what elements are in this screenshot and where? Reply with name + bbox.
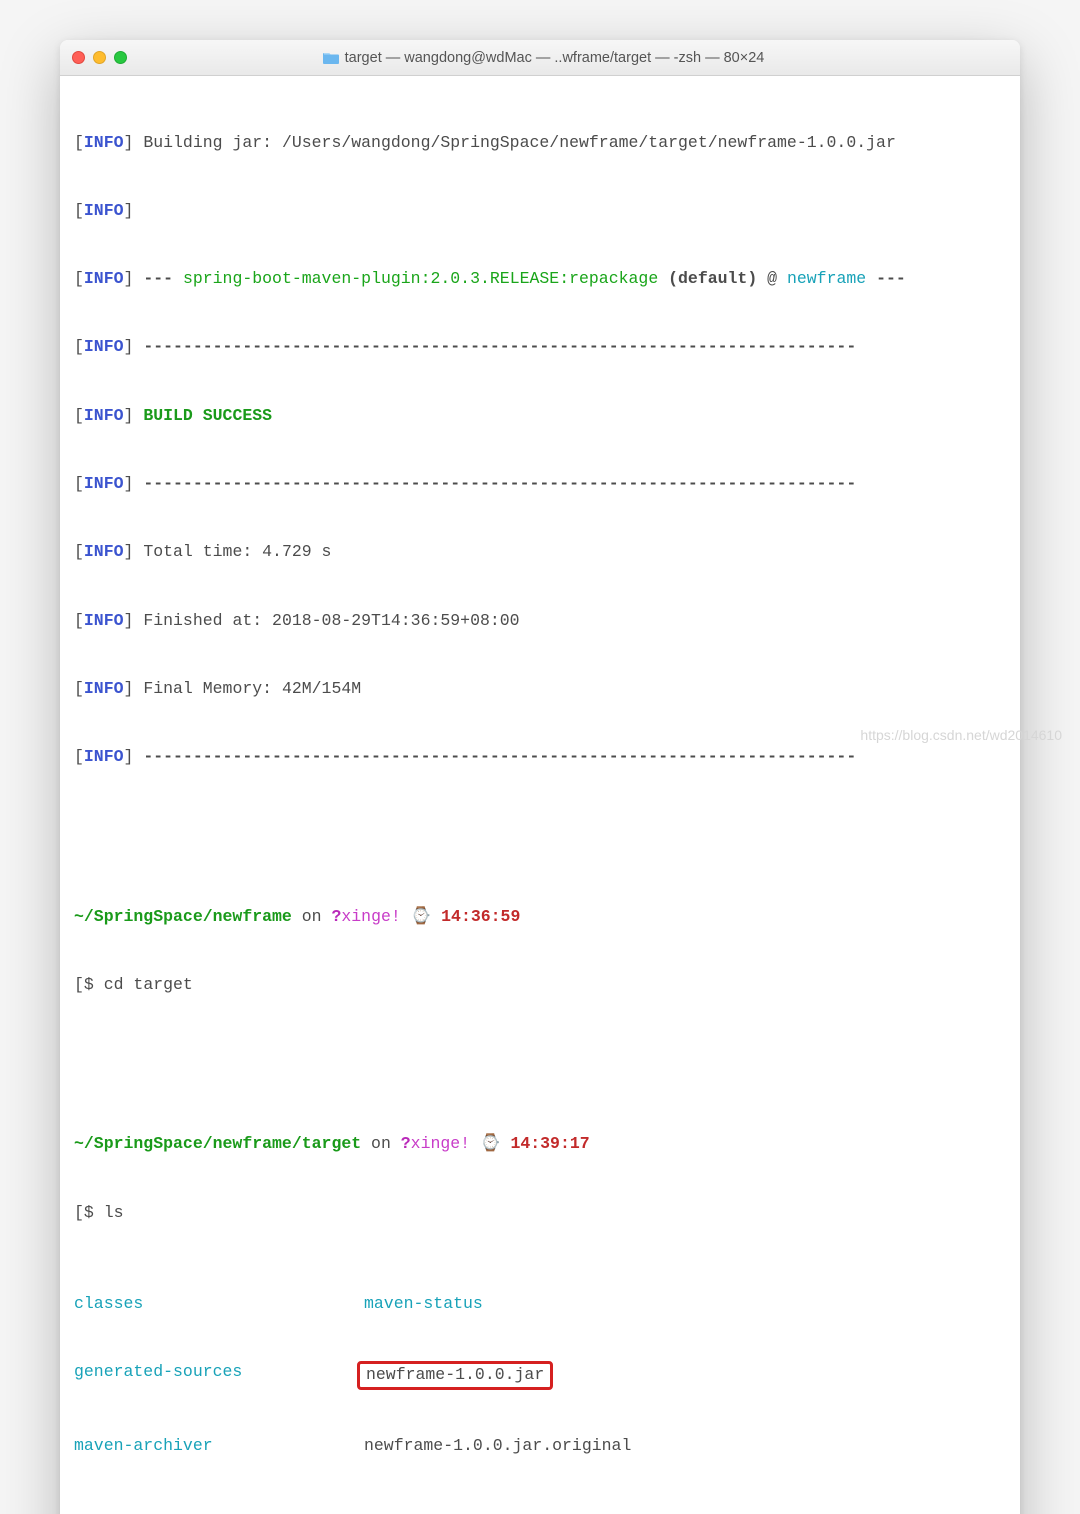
build-line: [INFO] Final Memory: 42M/154M [74,678,1006,701]
build-line: [INFO] BUILD SUCCESS [74,405,1006,428]
highlighted-jar: newframe-1.0.0.jar [357,1361,553,1390]
build-line: [INFO] Building jar: /Users/wangdong/Spr… [74,132,1006,155]
build-line: [INFO] ---------------------------------… [74,336,1006,359]
blank-line [74,1503,1006,1514]
blank-line [74,1042,1006,1065]
ls-item: maven-status [364,1294,483,1313]
prompt-line: ~/SpringSpace/newframe/target on ?xinge!… [74,1133,1006,1156]
ls-item: newframe-1.0.0.jar.original [364,1436,631,1455]
blank-line [74,815,1006,838]
build-line: [INFO] Finished at: 2018-08-29T14:36:59+… [74,610,1006,633]
window-title: target — wangdong@wdMac — ..wframe/targe… [79,50,1008,66]
ls-row: maven-archiver newframe-1.0.0.jar.origin… [74,1435,1006,1458]
build-line: [INFO] --- spring-boot-maven-plugin:2.0.… [74,268,1006,291]
ls-row: classes maven-status [74,1293,1006,1316]
ls-item: maven-archiver [74,1436,213,1455]
command-line: [$ cd target [74,974,1006,997]
folder-icon [323,51,339,64]
build-line: [INFO] ---------------------------------… [74,746,1006,769]
watermark: https://blog.csdn.net/wd2014610 [860,727,1062,743]
build-line: [INFO] ---------------------------------… [74,473,1006,496]
build-line: [INFO] [74,200,1006,223]
ls-item: classes [74,1294,143,1313]
ls-row: generated-sources newframe-1.0.0.jar [74,1361,1006,1390]
window-title-text: target — wangdong@wdMac — ..wframe/targe… [345,50,765,66]
ls-item: generated-sources [74,1362,242,1381]
prompt-line: ~/SpringSpace/newframe on ?xinge! ⌚ 14:3… [74,906,1006,929]
command-line: [$ ls [74,1202,1006,1225]
window-titlebar: target — wangdong@wdMac — ..wframe/targe… [60,40,1020,76]
terminal-content[interactable]: [INFO] Building jar: /Users/wangdong/Spr… [60,76,1020,1514]
terminal-window: target — wangdong@wdMac — ..wframe/targe… [60,40,1020,1514]
build-line: [INFO] Total time: 4.729 s [74,541,1006,564]
